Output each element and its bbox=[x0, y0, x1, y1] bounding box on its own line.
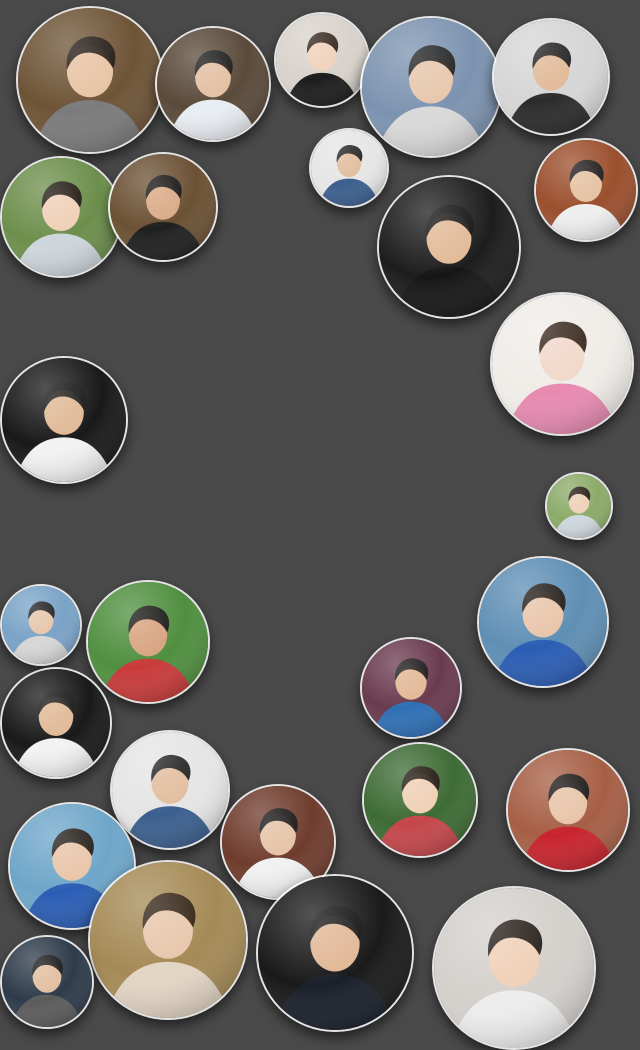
avatar-photo bbox=[110, 154, 216, 260]
avatar-bubble-board bbox=[0, 0, 640, 1050]
avatar-bubble[interactable] bbox=[490, 292, 634, 436]
avatar-bubble[interactable] bbox=[16, 6, 164, 154]
avatar-photo bbox=[362, 639, 460, 737]
avatar-bubble[interactable] bbox=[0, 584, 82, 666]
avatar-bubble[interactable] bbox=[0, 935, 94, 1029]
avatar-photo bbox=[90, 862, 246, 1018]
avatar-photo bbox=[364, 744, 476, 856]
avatar-photo bbox=[258, 876, 412, 1030]
avatar-bubble[interactable] bbox=[360, 637, 462, 739]
avatar-photo bbox=[2, 358, 126, 482]
avatar-photo bbox=[479, 558, 607, 686]
avatar-photo bbox=[2, 669, 110, 777]
avatar-bubble[interactable] bbox=[110, 730, 230, 850]
avatar-bubble[interactable] bbox=[0, 356, 128, 484]
avatar-bubble[interactable] bbox=[506, 748, 630, 872]
avatar-bubble[interactable] bbox=[492, 18, 610, 136]
avatar-photo bbox=[494, 20, 608, 134]
avatar-bubble[interactable] bbox=[0, 156, 122, 278]
avatar-photo bbox=[2, 937, 92, 1027]
avatar-photo bbox=[88, 582, 208, 702]
avatar-photo bbox=[362, 18, 500, 156]
avatar-photo bbox=[547, 474, 611, 538]
avatar-photo bbox=[508, 750, 628, 870]
avatar-bubble[interactable] bbox=[432, 886, 596, 1050]
avatar-photo bbox=[379, 177, 519, 317]
avatar-bubble[interactable] bbox=[274, 12, 370, 108]
avatar-bubble[interactable] bbox=[309, 128, 389, 208]
avatar-photo bbox=[536, 140, 636, 240]
avatar-bubble[interactable] bbox=[88, 860, 248, 1020]
avatar-bubble[interactable] bbox=[534, 138, 638, 242]
avatar-photo bbox=[2, 158, 120, 276]
avatar-bubble[interactable] bbox=[155, 26, 271, 142]
avatar-photo bbox=[434, 888, 594, 1048]
avatar-photo bbox=[157, 28, 269, 140]
avatar-bubble[interactable] bbox=[362, 742, 478, 858]
avatar-photo bbox=[18, 8, 162, 152]
avatar-bubble[interactable] bbox=[256, 874, 414, 1032]
avatar-bubble[interactable] bbox=[108, 152, 218, 262]
avatar-bubble[interactable] bbox=[0, 667, 112, 779]
avatar-bubble[interactable] bbox=[377, 175, 521, 319]
avatar-photo bbox=[311, 130, 387, 206]
avatar-photo bbox=[2, 586, 80, 664]
avatar-photo bbox=[112, 732, 228, 848]
avatar-bubble[interactable] bbox=[477, 556, 609, 688]
avatar-bubble[interactable] bbox=[360, 16, 502, 158]
avatar-bubble[interactable] bbox=[545, 472, 613, 540]
avatar-photo bbox=[276, 14, 368, 106]
avatar-bubble[interactable] bbox=[86, 580, 210, 704]
avatar-photo bbox=[492, 294, 632, 434]
